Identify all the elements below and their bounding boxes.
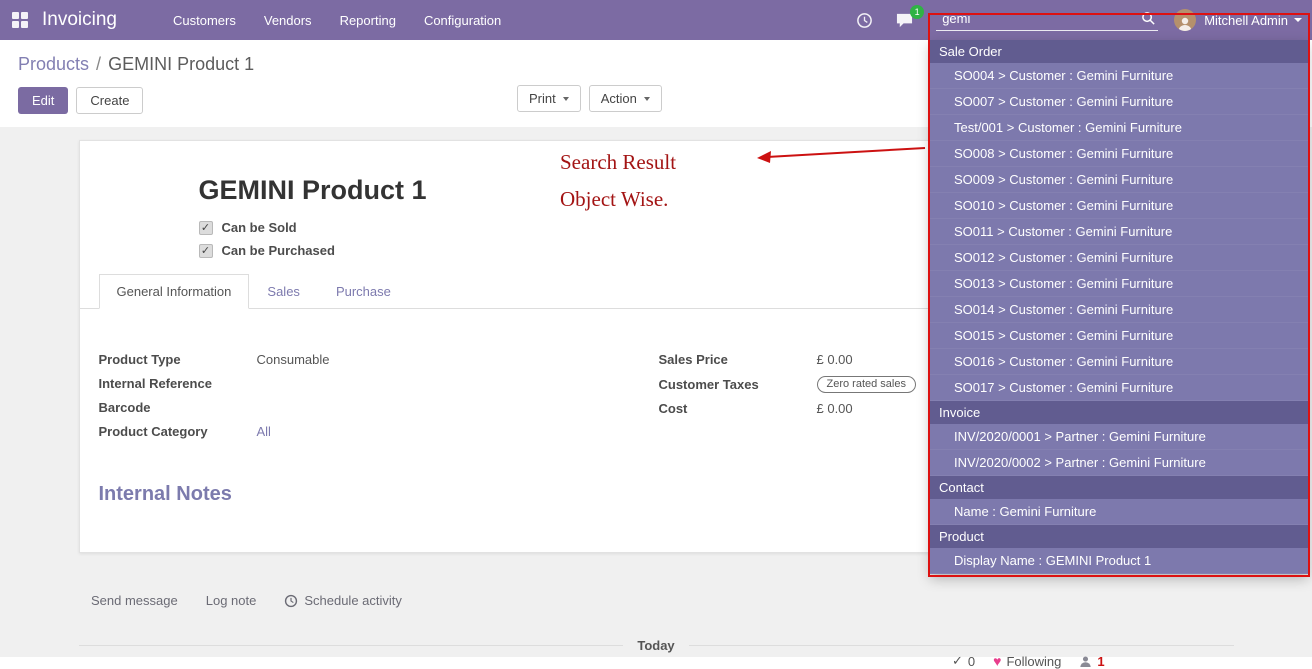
field-row: Barcode — [99, 399, 659, 416]
field-row: Product CategoryAll — [99, 423, 659, 440]
dropdown-item[interactable]: SO008 > Customer : Gemini Furniture — [930, 141, 1308, 167]
field-row: Internal Reference — [99, 375, 659, 392]
dropdown-item[interactable]: SO015 > Customer : Gemini Furniture — [930, 323, 1308, 349]
user-menu[interactable]: Mitchell Admin — [1174, 9, 1302, 31]
nav-menu-customers[interactable]: Customers — [159, 0, 250, 40]
edit-button[interactable]: Edit — [18, 87, 68, 114]
dropdown-item[interactable]: SO010 > Customer : Gemini Furniture — [930, 193, 1308, 219]
tab-sales[interactable]: Sales — [249, 274, 318, 309]
create-button[interactable]: Create — [76, 87, 143, 114]
field-value: £ 0.00 — [817, 352, 853, 367]
messages-icon[interactable]: 1 — [895, 12, 914, 29]
field-label: Sales Price — [659, 352, 817, 367]
breadcrumb-separator: / — [96, 54, 101, 74]
dropdown-item[interactable]: INV/2020/0001 > Partner : Gemini Furnitu… — [930, 424, 1308, 450]
follower-count: 1 — [1097, 654, 1104, 669]
chevron-down-icon — [1294, 18, 1302, 22]
fields-left: Product TypeConsumableInternal Reference… — [99, 351, 659, 447]
send-message-button[interactable]: Send message — [91, 593, 178, 608]
follow-row: ✓ 0 ♥ Following 1 — [952, 653, 1105, 669]
caret-down-icon — [563, 97, 569, 101]
field-value: Zero rated sales — [817, 375, 916, 393]
dropdown-item[interactable]: SO014 > Customer : Gemini Furniture — [930, 297, 1308, 323]
following-label: Following — [1006, 654, 1061, 669]
navbar-menus: CustomersVendorsReportingConfiguration — [159, 0, 515, 40]
dropdown-item[interactable]: Test/001 > Customer : Gemini Furniture — [930, 115, 1308, 141]
attachments-button[interactable]: ✓ 0 — [952, 653, 975, 669]
breadcrumb-current: GEMINI Product 1 — [108, 54, 254, 74]
schedule-activity-label: Schedule activity — [304, 593, 402, 608]
search-dropdown: Sale OrderSO004 > Customer : Gemini Furn… — [930, 40, 1308, 574]
nav-menu-reporting[interactable]: Reporting — [326, 0, 410, 40]
messages-badge: 1 — [910, 5, 924, 19]
dropdown-item[interactable]: SO011 > Customer : Gemini Furniture — [930, 219, 1308, 245]
tab-purchase[interactable]: Purchase — [318, 274, 409, 309]
dropdown-item[interactable]: SO017 > Customer : Gemini Furniture — [930, 375, 1308, 401]
action-label: Action — [601, 91, 637, 106]
today-divider: Today — [79, 638, 1234, 653]
search-icon[interactable] — [1141, 11, 1156, 26]
dropdown-section-title: Contact — [930, 476, 1308, 499]
action-dropdown-button[interactable]: Action — [589, 85, 662, 112]
field-row: Sales Price£ 0.00 — [659, 351, 916, 368]
dropdown-section-title: Product — [930, 525, 1308, 548]
dropdown-item[interactable]: INV/2020/0002 > Partner : Gemini Furnitu… — [930, 450, 1308, 476]
app-name[interactable]: Invoicing — [42, 9, 117, 31]
tab-general-information[interactable]: General Information — [99, 274, 250, 309]
global-search-box[interactable] — [936, 9, 1158, 31]
schedule-activity-button[interactable]: Schedule activity — [284, 593, 402, 608]
field-value: Consumable — [257, 352, 330, 367]
heart-icon: ♥ — [993, 653, 1001, 669]
dropdown-item[interactable]: SO012 > Customer : Gemini Furniture — [930, 245, 1308, 271]
user-name: Mitchell Admin — [1204, 13, 1288, 28]
center-buttons: Print Action — [517, 85, 670, 112]
dropdown-item[interactable]: SO013 > Customer : Gemini Furniture — [930, 271, 1308, 297]
attachment-icon: ✓ — [952, 653, 963, 669]
dropdown-section-title: Sale Order — [930, 40, 1308, 63]
dropdown-item[interactable]: SO016 > Customer : Gemini Furniture — [930, 349, 1308, 375]
breadcrumb-parent[interactable]: Products — [18, 54, 89, 74]
top-navbar: Invoicing CustomersVendorsReportingConfi… — [0, 0, 1312, 40]
nav-menu-vendors[interactable]: Vendors — [250, 0, 326, 40]
dropdown-item[interactable]: SO009 > Customer : Gemini Furniture — [930, 167, 1308, 193]
field-row: Cost£ 0.00 — [659, 400, 916, 417]
nav-menu-configuration[interactable]: Configuration — [410, 0, 515, 40]
checkbox-label: Can be Purchased — [222, 243, 335, 258]
today-label: Today — [637, 638, 674, 653]
print-label: Print — [529, 91, 556, 106]
fields-right: Sales Price£ 0.00Customer TaxesZero rate… — [659, 351, 916, 447]
dropdown-item[interactable]: SO004 > Customer : Gemini Furniture — [930, 63, 1308, 89]
following-button[interactable]: ♥ Following — [993, 653, 1061, 669]
caret-down-icon — [644, 97, 650, 101]
dropdown-section-title: Invoice — [930, 401, 1308, 424]
dropdown-item[interactable]: Display Name : GEMINI Product 1 — [930, 548, 1308, 574]
print-dropdown-button[interactable]: Print — [517, 85, 581, 112]
field-value: £ 0.00 — [817, 401, 853, 416]
log-note-button[interactable]: Log note — [206, 593, 257, 608]
field-label: Cost — [659, 401, 817, 416]
attachment-count: 0 — [968, 654, 975, 669]
follower-icon — [1079, 655, 1092, 667]
field-value[interactable]: All — [257, 424, 271, 439]
checkbox[interactable]: ✓ — [199, 244, 213, 258]
search-input[interactable] — [942, 11, 1141, 26]
tag-pill[interactable]: Zero rated sales — [817, 376, 916, 393]
dropdown-item[interactable]: SO007 > Customer : Gemini Furniture — [930, 89, 1308, 115]
field-label: Customer Taxes — [659, 377, 817, 392]
field-label: Barcode — [99, 400, 257, 415]
field-row: Customer TaxesZero rated sales — [659, 375, 916, 393]
followers-button[interactable]: 1 — [1079, 654, 1104, 669]
schedule-activity-icon — [284, 594, 298, 608]
dropdown-item[interactable]: Name : Gemini Furniture — [930, 499, 1308, 525]
field-label: Internal Reference — [99, 376, 257, 391]
field-row: Product TypeConsumable — [99, 351, 659, 368]
apps-grid-icon[interactable] — [12, 12, 28, 28]
activities-clock-icon[interactable] — [856, 12, 873, 29]
avatar — [1174, 9, 1196, 31]
field-label: Product Category — [99, 424, 257, 439]
checkbox-label: Can be Sold — [222, 220, 297, 235]
checkbox[interactable]: ✓ — [199, 221, 213, 235]
field-label: Product Type — [99, 352, 257, 367]
